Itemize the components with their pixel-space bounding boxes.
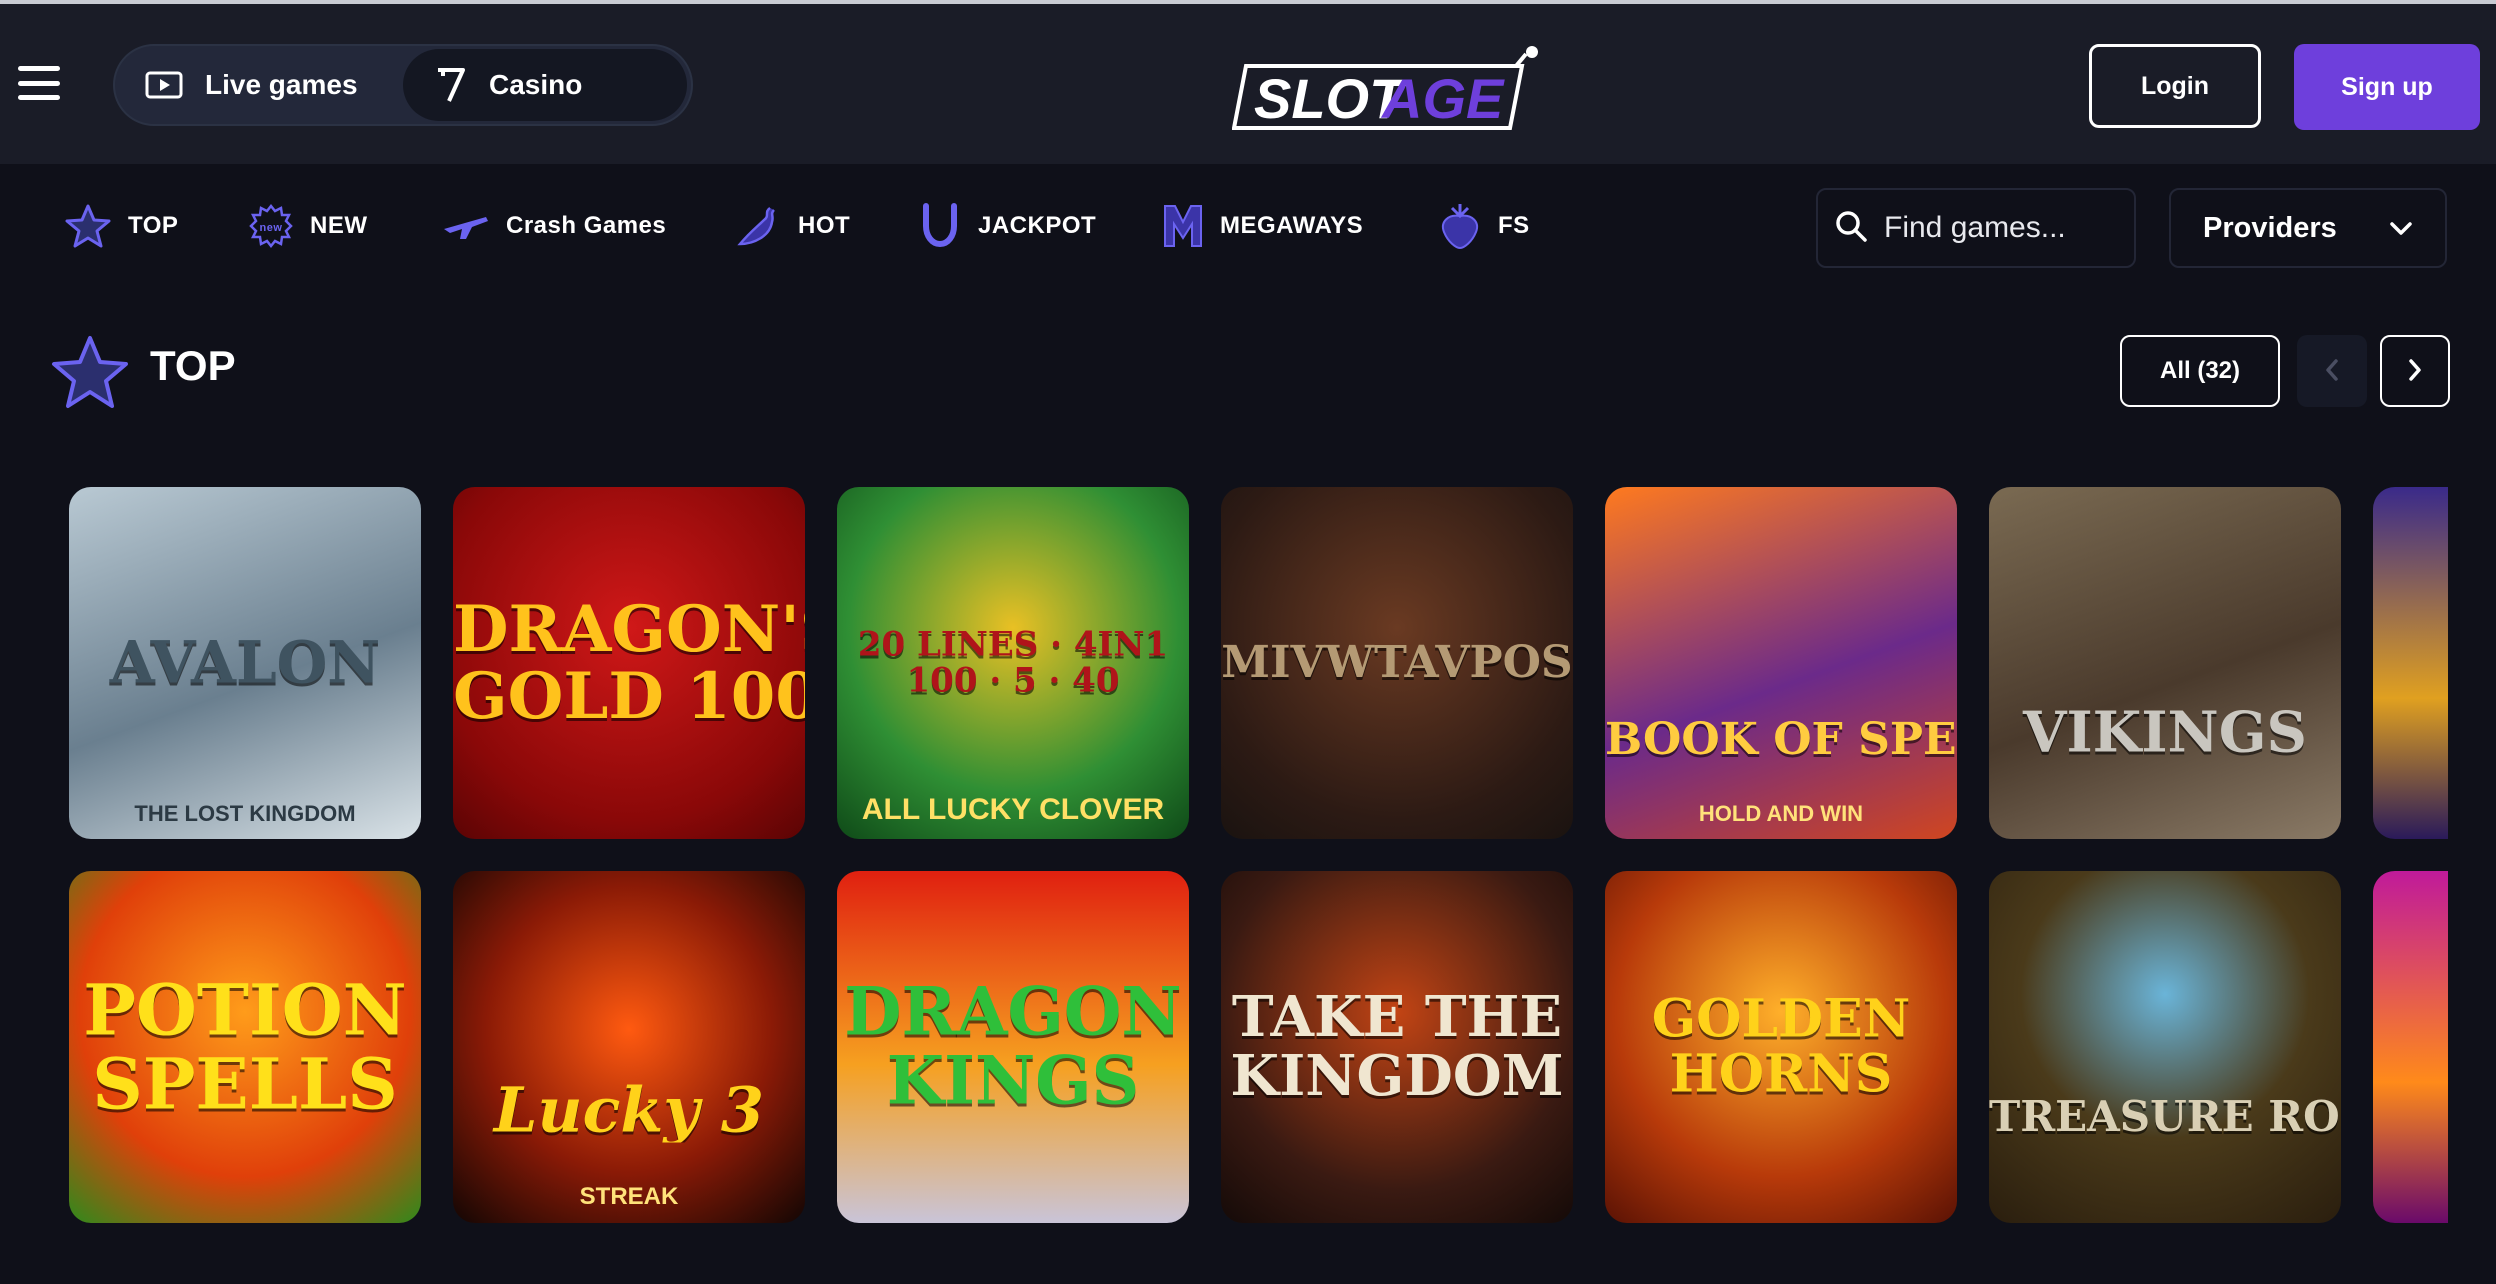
hamburger-menu-icon[interactable] [18,66,60,100]
game-subtitle: HOLD AND WIN [1698,801,1864,826]
top-header: Live games Casino SLOT AGE Login Sign up [0,4,2496,164]
providers-dropdown[interactable]: Providers [2169,188,2447,268]
category-label: JACKPOT [978,212,1097,239]
game-title: TAKE THE KINGDOM [1230,988,1564,1106]
svg-text:new: new [260,222,283,234]
horseshoe-icon [918,202,962,250]
game-title: POTION SPELLS [83,973,407,1121]
live-games-label: Live games [205,69,358,100]
game-tile[interactable]: Lucky 3 STREAK [453,871,805,1223]
game-title: VIKINGS [2023,703,2307,763]
game-title: MIVWTAVPOS [1221,639,1573,687]
category-top[interactable]: TOP [64,198,178,254]
category-hot[interactable]: HOT [734,198,850,254]
mode-switch: Live games Casino [113,44,693,126]
section-star-icon [50,334,130,415]
chevron-right-icon [2407,358,2423,385]
category-new[interactable]: new NEW [248,198,368,254]
search-icon [1834,209,1868,248]
search-input[interactable] [1884,211,2124,245]
play-screen-icon [145,71,183,99]
chili-icon [734,202,782,250]
game-subtitle: STREAK [579,1183,679,1210]
game-tile[interactable]: GOLDEN HORNS [1605,871,1957,1223]
chevron-left-icon [2324,358,2340,385]
game-tile-partial[interactable] [2373,871,2448,1223]
game-tile[interactable]: 20 LINES · 4IN1 100 · 5 · 40 ALL LUCKY CL… [837,487,1189,839]
chevron-down-icon [2389,212,2413,245]
new-badge-icon: new [248,203,294,249]
section-title: TOP [150,342,236,389]
category-label: TOP [128,212,179,239]
category-megaways[interactable]: MEGAWAYS [1162,198,1363,254]
category-label: FS [1498,212,1530,239]
login-button[interactable]: Login [2089,44,2261,128]
megaways-icon [1162,202,1204,250]
casino-label: Casino [489,69,583,100]
game-title: AVALON [109,632,381,694]
game-title: 20 LINES · 4IN1 100 · 5 · 40 [857,627,1169,699]
live-games-tab[interactable]: Live games [115,49,388,121]
providers-label: Providers [2203,211,2337,244]
game-tile[interactable]: TREASURE ROOM [1989,871,2341,1223]
seven-icon [433,66,467,104]
category-label: Crash Games [506,212,667,239]
game-tile[interactable]: AVALON THE LOST KINGDOM [69,487,421,839]
carousel-next-button[interactable] [2380,335,2450,407]
game-subtitle: THE LOST KINGDOM [134,801,356,826]
game-title: DRAGON KINGS [844,977,1182,1117]
category-label: MEGAWAYS [1220,212,1364,239]
star-icon [64,202,112,250]
strawberry-icon [1438,202,1482,250]
game-tile[interactable]: BOOK OF SPELLS HOLD AND WIN [1605,487,1957,839]
game-tile[interactable]: MIVWTAVPOS [1221,487,1573,839]
game-title: DRAGON'S GOLD 100 [453,595,805,731]
casino-tab[interactable]: Casino [403,49,687,121]
game-title: BOOK OF SPELLS [1605,717,1957,764]
game-tile[interactable]: TAKE THE KINGDOM [1221,871,1573,1223]
signup-button[interactable]: Sign up [2294,44,2480,130]
game-tile[interactable]: VIKINGS [1989,487,2341,839]
category-jackpot[interactable]: JACKPOT [918,198,1096,254]
view-all-button[interactable]: All (32) [2120,335,2280,407]
search-box [1816,188,2136,268]
game-tile-partial[interactable] [2373,487,2448,839]
logo-age-text: AGE [1380,67,1505,130]
plane-icon [442,209,490,243]
game-tile[interactable]: DRAGON'S GOLD 100 [453,487,805,839]
slotage-logo[interactable]: SLOT AGE [1231,44,1552,134]
game-title: Lucky 3 [493,1077,765,1143]
game-tile[interactable]: POTION SPELLS [69,871,421,1223]
category-crash-games[interactable]: Crash Games [442,198,666,254]
game-title: GOLDEN HORNS [1651,992,1911,1102]
category-label: HOT [798,212,851,239]
category-label: NEW [310,212,368,239]
game-subtitle: ALL LUCKY CLOVER [861,793,1165,826]
game-title: TREASURE ROOM [1989,1095,2341,1140]
game-tile[interactable]: DRAGON KINGS [837,871,1189,1223]
category-fs[interactable]: FS [1438,198,1530,254]
carousel-prev-button[interactable] [2297,335,2367,407]
